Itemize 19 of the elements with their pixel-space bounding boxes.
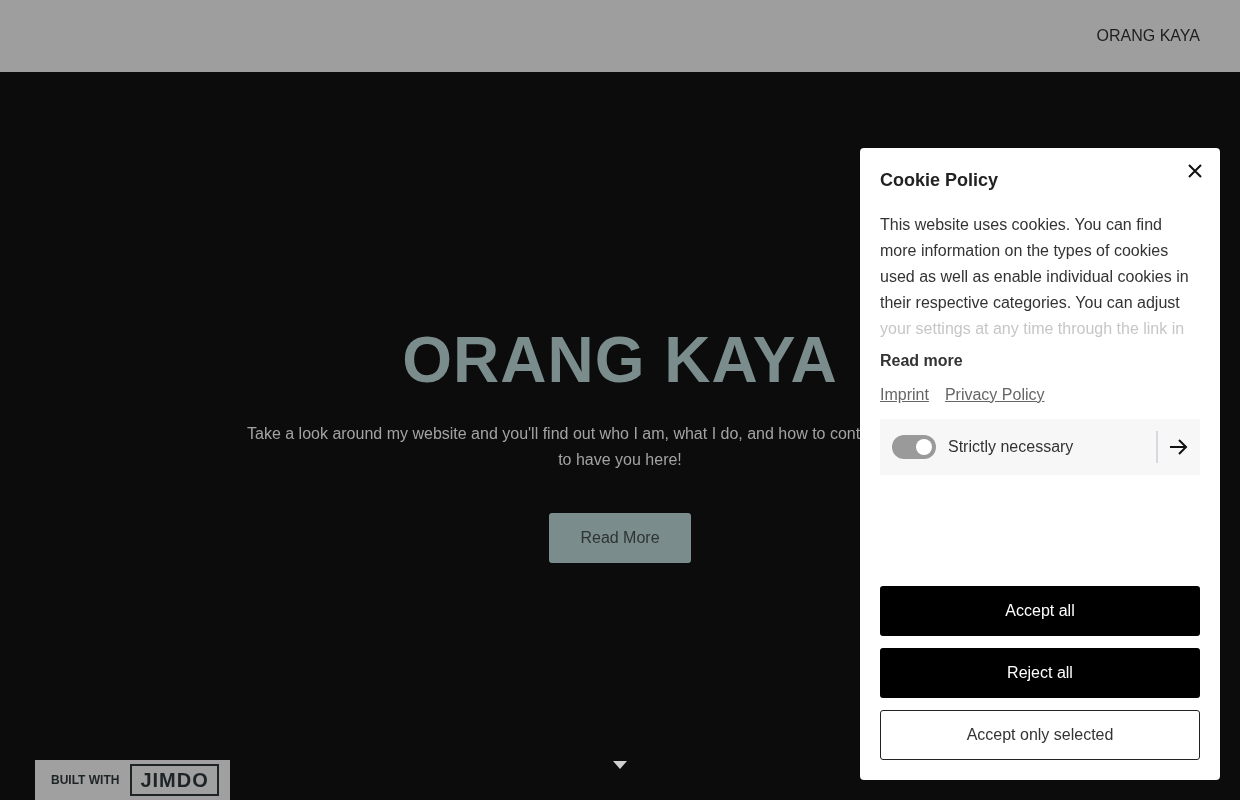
hero-text: Take a look around my website and you'll find out who I am, what I do, and how to cont <box>247 424 861 444</box>
hero-title: ORANG KAYA <box>402 323 838 397</box>
close-icon[interactable] <box>1188 164 1202 178</box>
caret-down-icon[interactable] <box>613 761 627 769</box>
consent-button[interactable]: Accept only selected <box>880 710 1200 760</box>
consent-button[interactable]: Reject all <box>880 648 1200 698</box>
built-with-jimdo-badge[interactable]: BUILT WITH JIMDO <box>35 760 230 800</box>
hero-text: to have you here! <box>558 450 682 470</box>
policy-link[interactable]: Imprint <box>880 386 929 404</box>
read-more-heading: Read more <box>880 352 964 370</box>
category-label: Strictly necessary <box>948 438 1075 456</box>
cookie-text: This website uses cookies. You can find more information on the types of cookies used as well as enable individual cookies in their respective categories. You can adjust <box>880 215 1190 313</box>
policy-link[interactable]: Privacy Policy <box>944 386 1045 404</box>
consent-button[interactable]: Accept all <box>880 586 1200 636</box>
read-more-button[interactable]: Read More <box>549 513 691 563</box>
site-name-link[interactable]: ORANG KAYA <box>1096 27 1200 45</box>
arrow-right-icon[interactable] <box>1170 439 1188 455</box>
cookie-policy-title: Cookie Policy <box>880 169 999 192</box>
cookie-text: your settings at any time through the link in <box>880 320 1185 338</box>
